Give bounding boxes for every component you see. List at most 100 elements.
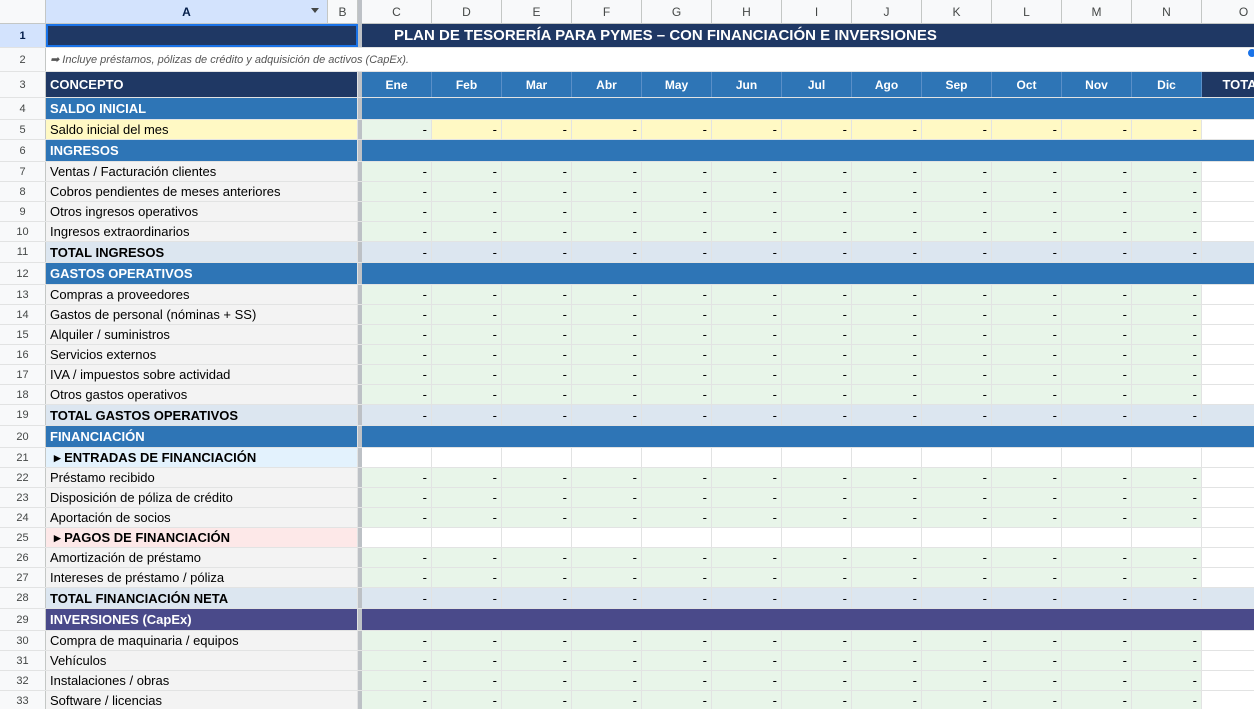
month-value-cell[interactable]: -: [642, 285, 712, 304]
month-value-cell[interactable]: [992, 98, 1062, 119]
month-value-cell[interactable]: -: [1062, 488, 1132, 507]
month-value-cell[interactable]: -: [502, 468, 572, 487]
month-value-cell[interactable]: [572, 426, 642, 447]
month-value-cell[interactable]: [1132, 426, 1202, 447]
month-value-cell[interactable]: [782, 140, 852, 161]
month-value-cell[interactable]: -: [362, 691, 432, 709]
month-value-cell[interactable]: -: [432, 222, 502, 241]
total-value-cell[interactable]: [1202, 263, 1254, 284]
month-value-cell[interactable]: -: [852, 385, 922, 404]
month-value-cell[interactable]: [1062, 609, 1132, 630]
month-value-cell[interactable]: -: [432, 345, 502, 364]
month-value-cell[interactable]: -: [1132, 548, 1202, 567]
selection-handle[interactable]: [1247, 48, 1254, 58]
total-value-cell[interactable]: [1202, 448, 1254, 467]
column-header-k[interactable]: K: [922, 0, 992, 23]
month-value-cell[interactable]: -: [502, 588, 572, 608]
row-number[interactable]: 32: [0, 671, 46, 690]
month-value-cell[interactable]: -: [852, 651, 922, 670]
month-value-cell[interactable]: -: [432, 548, 502, 567]
month-value-cell[interactable]: -: [852, 548, 922, 567]
month-value-cell[interactable]: -: [782, 588, 852, 608]
month-value-cell[interactable]: -: [1062, 222, 1132, 241]
month-value-cell[interactable]: -: [1132, 182, 1202, 201]
month-value-cell[interactable]: -: [782, 508, 852, 527]
month-value-cell[interactable]: -: [992, 468, 1062, 487]
concept-label[interactable]: Alquiler / suministros: [46, 325, 358, 344]
month-value-cell[interactable]: [432, 140, 502, 161]
row-number[interactable]: 15: [0, 325, 46, 344]
month-value-cell[interactable]: [712, 140, 782, 161]
total-value-cell[interactable]: -: [1202, 691, 1254, 709]
month-value-cell[interactable]: -: [1132, 222, 1202, 241]
month-value-cell[interactable]: -: [712, 385, 782, 404]
month-value-cell[interactable]: [432, 609, 502, 630]
month-value-cell[interactable]: -: [1132, 488, 1202, 507]
month-value-cell[interactable]: -: [852, 325, 922, 344]
month-value-cell[interactable]: [502, 448, 572, 467]
month-value-cell[interactable]: -: [642, 651, 712, 670]
month-value-cell[interactable]: -: [852, 468, 922, 487]
month-value-cell[interactable]: -: [1132, 345, 1202, 364]
month-value-cell[interactable]: -: [992, 405, 1062, 425]
month-value-cell[interactable]: [852, 448, 922, 467]
month-value-cell[interactable]: -: [362, 405, 432, 425]
month-value-cell[interactable]: -: [642, 488, 712, 507]
month-value-cell[interactable]: [1132, 98, 1202, 119]
month-value-cell[interactable]: -: [852, 182, 922, 201]
month-value-cell[interactable]: -: [362, 365, 432, 384]
month-value-cell[interactable]: -: [852, 120, 922, 139]
month-value-cell[interactable]: -: [642, 222, 712, 241]
row-number[interactable]: 1: [0, 24, 46, 47]
row-number[interactable]: 2: [0, 48, 46, 71]
month-value-cell[interactable]: -: [922, 548, 992, 567]
month-value-cell[interactable]: -: [782, 651, 852, 670]
month-value-cell[interactable]: -: [712, 508, 782, 527]
month-value-cell[interactable]: -: [572, 671, 642, 690]
month-value-cell[interactable]: -: [782, 285, 852, 304]
month-value-cell[interactable]: -: [362, 182, 432, 201]
month-value-cell[interactable]: -: [642, 691, 712, 709]
column-header-n[interactable]: N: [1132, 0, 1202, 23]
month-value-cell[interactable]: -: [1132, 120, 1202, 139]
month-value-cell[interactable]: -: [782, 120, 852, 139]
month-value-cell[interactable]: -: [922, 222, 992, 241]
concept-label[interactable]: Saldo inicial del mes: [46, 120, 358, 139]
month-value-cell[interactable]: -: [572, 345, 642, 364]
month-value-cell[interactable]: -: [922, 202, 992, 221]
concept-label[interactable]: TOTAL FINANCIACIÓN NETA: [46, 588, 358, 608]
month-value-cell[interactable]: -: [782, 405, 852, 425]
month-value-cell[interactable]: -: [502, 182, 572, 201]
month-value-cell[interactable]: -: [642, 162, 712, 181]
month-value-cell[interactable]: -: [782, 385, 852, 404]
month-value-cell[interactable]: -: [432, 405, 502, 425]
month-value-cell[interactable]: -: [362, 651, 432, 670]
month-value-cell[interactable]: -: [852, 588, 922, 608]
concept-label[interactable]: Servicios externos: [46, 345, 358, 364]
concept-label[interactable]: Disposición de póliza de crédito: [46, 488, 358, 507]
month-value-cell[interactable]: -: [1062, 305, 1132, 324]
month-value-cell[interactable]: -: [642, 588, 712, 608]
column-header-m[interactable]: M: [1062, 0, 1132, 23]
row-number[interactable]: 14: [0, 305, 46, 324]
month-header[interactable]: Oct: [992, 72, 1062, 97]
month-value-cell[interactable]: -: [362, 325, 432, 344]
month-value-cell[interactable]: -: [712, 202, 782, 221]
month-value-cell[interactable]: -: [502, 222, 572, 241]
month-value-cell[interactable]: -: [642, 120, 712, 139]
month-value-cell[interactable]: -: [432, 285, 502, 304]
month-value-cell[interactable]: [502, 140, 572, 161]
month-value-cell[interactable]: [1132, 448, 1202, 467]
month-value-cell[interactable]: -: [992, 365, 1062, 384]
month-value-cell[interactable]: -: [852, 345, 922, 364]
month-value-cell[interactable]: -: [642, 202, 712, 221]
month-value-cell[interactable]: -: [362, 468, 432, 487]
row-number[interactable]: 27: [0, 568, 46, 587]
month-value-cell[interactable]: [992, 263, 1062, 284]
month-value-cell[interactable]: -: [362, 222, 432, 241]
total-value-cell[interactable]: -: [1202, 468, 1254, 487]
total-value-cell[interactable]: -: [1202, 242, 1254, 262]
month-value-cell[interactable]: -: [922, 631, 992, 650]
month-value-cell[interactable]: -: [992, 631, 1062, 650]
row-number[interactable]: 9: [0, 202, 46, 221]
